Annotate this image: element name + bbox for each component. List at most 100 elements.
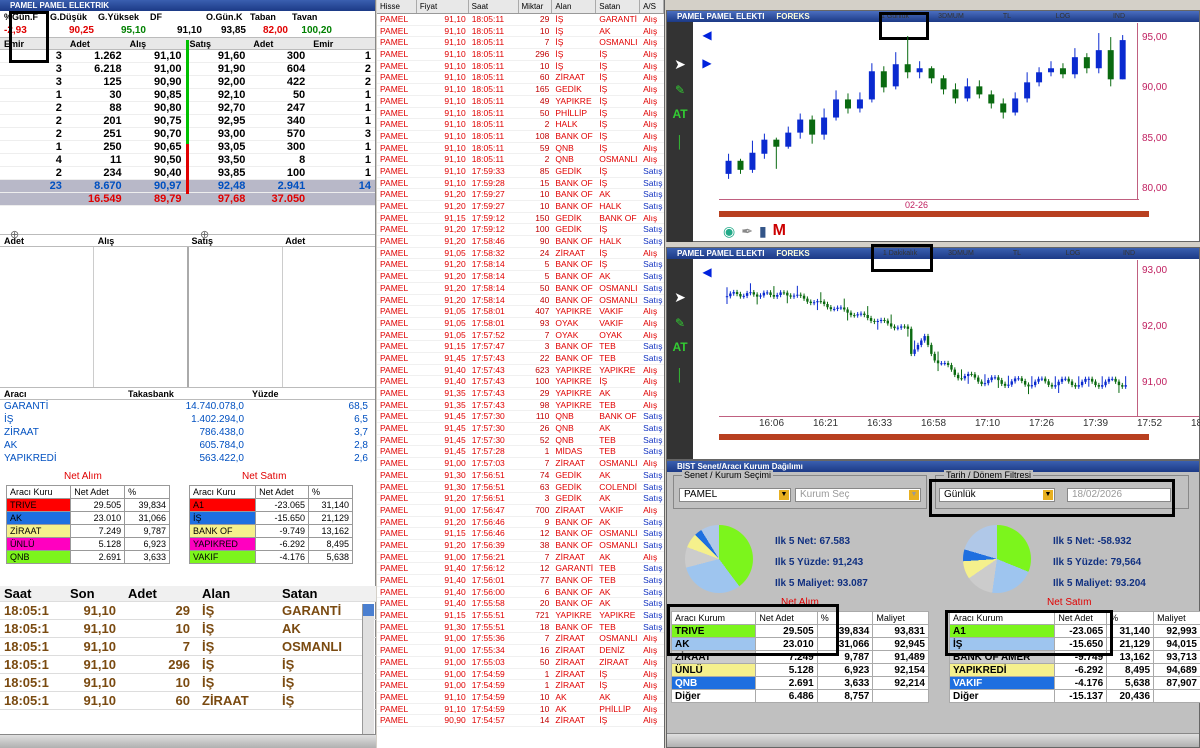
ticker-row[interactable]: PAMEL 91,10 18:05:11 59 QNB İŞ Alış — [377, 143, 664, 155]
tab-3dmum[interactable]: 3DMUM — [933, 250, 989, 257]
cursor-icon[interactable]: ➤ — [667, 56, 693, 73]
trades-scrollbar[interactable] — [362, 604, 374, 736]
ticker-row[interactable]: PAMEL 91,35 17:57:43 98 YAPIKRE TEB Alış — [377, 400, 664, 412]
scroll-up-icon[interactable] — [363, 604, 374, 616]
scroll-dot-icon[interactable]: ⊕ — [10, 228, 19, 241]
ticker-row[interactable]: PAMEL 91,10 18:05:11 60 ZİRAAT İŞ Alış — [377, 72, 664, 85]
tab-3dmum[interactable]: 3DMUM — [923, 13, 979, 20]
globe-icon[interactable]: ◉ — [723, 223, 735, 240]
ticker-row[interactable]: PAMEL 91,05 17:58:32 24 ZİRAAT İŞ Alış — [377, 248, 664, 260]
ticker-row[interactable]: PAMEL 91,15 17:59:12 150 GEDİK BANK OF Alış — [377, 213, 664, 225]
chart-nav[interactable]: ◀ ▶ — [695, 22, 719, 192]
ticker-row[interactable]: PAMEL 91,45 17:57:28 1 MİDAS TEB Satış — [377, 446, 664, 459]
drawing-toolbar[interactable]: ➤ ✎ AT │ — [667, 22, 693, 242]
ticker-row[interactable]: PAMEL 91,20 17:58:14 5 BANK OF AK Satış — [377, 271, 664, 283]
pencil-icon[interactable]: ✎ — [667, 83, 693, 97]
ticker-row[interactable]: PAMEL 91,40 17:56:01 77 BANK OF TEB Satış — [377, 575, 664, 587]
tab-log[interactable]: LOG — [1035, 13, 1091, 20]
ticker-row[interactable]: PAMEL 91,30 17:55:51 18 BANK OF TEB Satış — [377, 622, 664, 634]
ticker-row[interactable]: PAMEL 91,10 18:05:11 10 İŞ AK Alış — [377, 26, 664, 38]
ticker-row[interactable]: PAMEL 91,40 17:57:43 623 YAPIKRE YAPIKRE Alış — [377, 365, 664, 377]
ticker-row[interactable]: PAMEL 91,30 17:56:51 63 GEDİK COLENDİ Satış — [377, 482, 664, 494]
pencil-icon[interactable]: ✎ — [667, 316, 693, 330]
scroll-track[interactable] — [719, 434, 1149, 440]
ticker-row[interactable]: PAMEL 91,45 17:57:30 52 QNB TEB Satış — [377, 435, 664, 447]
pen-icon[interactable]: ✒ — [741, 223, 753, 240]
at-icon[interactable]: AT — [667, 107, 693, 121]
ticker-row[interactable]: PAMEL 91,00 17:54:59 1 ZİRAAT İŞ Alış — [377, 669, 664, 681]
tab-ind[interactable]: IND — [1101, 250, 1157, 257]
ticker-row[interactable]: PAMEL 90,90 17:54:57 14 ZİRAAT İŞ Alış — [377, 715, 664, 727]
ticker-row[interactable]: PAMEL 91,15 17:55:51 721 YAPIKRE YAPIKRE Satış — [377, 610, 664, 622]
ticker-row[interactable]: PAMEL 91,10 17:59:28 15 BANK OF İŞ Satış — [377, 178, 664, 190]
ticker-header[interactable]: Fiyat — [417, 0, 469, 13]
ticker-row[interactable]: PAMEL 91,20 17:58:14 5 BANK OF İŞ Satış — [377, 259, 664, 272]
tab-tl[interactable]: TL — [979, 13, 1035, 20]
minute-candlestick-chart[interactable] — [719, 260, 1137, 416]
arrow-left-icon[interactable]: ◀ — [695, 28, 719, 42]
ticker-header[interactable]: Saat — [469, 0, 519, 13]
ticker-row[interactable]: PAMEL 91,45 17:57:30 110 QNB BANK OF Satış — [377, 411, 664, 424]
ticker-header[interactable]: Satan — [596, 0, 641, 13]
at-icon[interactable]: AT — [667, 340, 693, 354]
ticker-row[interactable]: PAMEL 91,00 17:57:03 7 ZİRAAT OSMANLI Alış — [377, 458, 664, 470]
ticker-row[interactable]: PAMEL 91,10 18:05:11 2 QNB OSMANLI Alış — [377, 154, 664, 166]
ticker-row[interactable]: PAMEL 91,40 17:55:58 20 BANK OF AK Satış — [377, 598, 664, 611]
dropdown-icon[interactable]: ▼ — [909, 490, 919, 500]
ticker-row[interactable]: PAMEL 91,45 17:57:30 26 QNB AK Satış — [377, 423, 664, 435]
ticker-row[interactable]: PAMEL 91,10 18:05:11 108 BANK OF İŞ Alış — [377, 131, 664, 143]
ticker-row[interactable]: PAMEL 91,00 17:56:21 7 ZİRAAT AK Alış — [377, 552, 664, 564]
ticker-row[interactable]: PAMEL 91,20 17:56:51 3 GEDİK AK Satış — [377, 493, 664, 505]
ticker-row[interactable]: PAMEL 91,10 18:05:11 10 İŞ İŞ Alış — [377, 61, 664, 73]
ticker-header[interactable]: Hisse — [377, 0, 417, 13]
ticker-row[interactable]: PAMEL 91,20 17:58:14 40 BANK OF OSMANLI Satış — [377, 295, 664, 307]
drawing-toolbar[interactable]: ➤ ✎ AT │ — [667, 259, 693, 459]
ticker-row[interactable]: PAMEL 91,40 17:56:00 6 BANK OF AK Satış — [377, 587, 664, 599]
database-icon[interactable]: ▮ — [759, 223, 767, 240]
tab-ind[interactable]: IND — [1091, 13, 1147, 20]
scroll-dot-icon[interactable]: ⊕ — [200, 228, 209, 241]
ticker-row[interactable]: PAMEL 91,10 18:05:11 29 İŞ GARANTİ Alış — [377, 14, 664, 26]
tab-log[interactable]: LOG — [1045, 250, 1101, 257]
ticker-row[interactable]: PAMEL 91,10 18:05:11 296 İŞ İŞ Alış — [377, 49, 664, 61]
ticker-row[interactable]: PAMEL 91,40 17:57:43 100 YAPIKRE İŞ Alış — [377, 376, 664, 388]
ticker-row[interactable]: PAMEL 91,00 17:56:47 700 ZİRAAT VAKIF Alış — [377, 505, 664, 517]
ticker-row[interactable]: PAMEL 91,10 18:05:11 50 PHİLLİP İŞ Alış — [377, 108, 664, 120]
ticker-row[interactable]: PAMEL 91,20 17:59:12 100 GEDİK İŞ Satış — [377, 224, 664, 237]
ticker-row[interactable]: PAMEL 91,10 18:05:11 165 GEDİK İŞ Alış — [377, 84, 664, 96]
ticker-row[interactable]: PAMEL 91,10 18:05:11 49 YAPIKRE İŞ Alış — [377, 96, 664, 108]
symbol-select[interactable]: PAMEL ▼ — [679, 488, 791, 502]
arrow-right-icon[interactable]: ▶ — [695, 56, 719, 70]
ticker-row[interactable]: PAMEL 91,20 17:59:27 10 BANK OF AK Satış — [377, 189, 664, 201]
cursor-icon[interactable]: ➤ — [667, 289, 693, 306]
daily-candlestick-chart[interactable] — [719, 23, 1137, 199]
ticker-row[interactable]: PAMEL 91,40 17:56:12 12 GARANTİ TEB Satış — [377, 563, 664, 575]
line-icon[interactable]: │ — [667, 135, 693, 149]
dropdown-icon[interactable]: ▼ — [779, 490, 789, 500]
ticker-row[interactable]: PAMEL 91,10 18:05:11 2 HALK İŞ Alış — [377, 119, 664, 131]
ticker-row[interactable]: PAMEL 91,10 18:05:11 7 İŞ OSMANLI Alış — [377, 37, 664, 50]
scroll-track[interactable] — [719, 211, 1149, 217]
ticker-row[interactable]: PAMEL 91,20 17:59:27 10 BANK OF HALK Satış — [377, 201, 664, 213]
ticker-header[interactable]: A/S — [640, 0, 664, 13]
ticker-row[interactable]: PAMEL 91,30 17:56:51 74 GEDİK AK Satış — [377, 470, 664, 482]
ticker-row[interactable]: PAMEL 91,15 17:56:46 12 BANK OF OSMANLI Satış — [377, 528, 664, 540]
ticker-row[interactable]: PAMEL 91,00 17:55:03 50 ZİRAAT ZİRAAT Alış — [377, 657, 664, 669]
arrow-left-icon[interactable]: ◀ — [695, 265, 719, 279]
ticker-row[interactable]: PAMEL 91,00 17:54:59 1 ZİRAAT İŞ Alış — [377, 680, 664, 692]
ticker-row[interactable]: PAMEL 91,20 17:56:46 9 BANK OF AK Satış — [377, 517, 664, 529]
ticker-row[interactable]: PAMEL 91,15 17:57:47 3 BANK OF TEB Satış — [377, 341, 664, 353]
ticker-row[interactable]: PAMEL 91,35 17:57:43 29 YAPIKRE AK Alış — [377, 388, 664, 400]
ticker-row[interactable]: PAMEL 91,10 17:59:33 85 GEDİK İŞ Satış — [377, 166, 664, 178]
tab-tl[interactable]: TL — [989, 250, 1045, 257]
ticker-row[interactable]: PAMEL 91,05 17:58:01 93 OYAK VAKIF Alış — [377, 318, 664, 330]
ticker-row[interactable]: PAMEL 91,05 17:58:01 407 YAPIKRE VAKIF Alış — [377, 306, 664, 318]
chart-nav[interactable]: ◀ — [695, 259, 719, 419]
m-logo-icon[interactable]: M — [773, 222, 786, 240]
ticker-header[interactable]: Alan — [552, 0, 597, 13]
broker-select[interactable]: Kurum Seç ▼ — [795, 488, 921, 502]
ticker-row[interactable]: PAMEL 91,10 17:54:59 10 AK AK Alış — [377, 692, 664, 704]
ticker-row[interactable]: PAMEL 91,45 17:57:43 22 BANK OF TEB Satış — [377, 353, 664, 365]
ticker-row[interactable]: PAMEL 91,00 17:55:34 16 ZİRAAT DENİZ Alış — [377, 645, 664, 657]
line-icon[interactable]: │ — [667, 368, 693, 382]
